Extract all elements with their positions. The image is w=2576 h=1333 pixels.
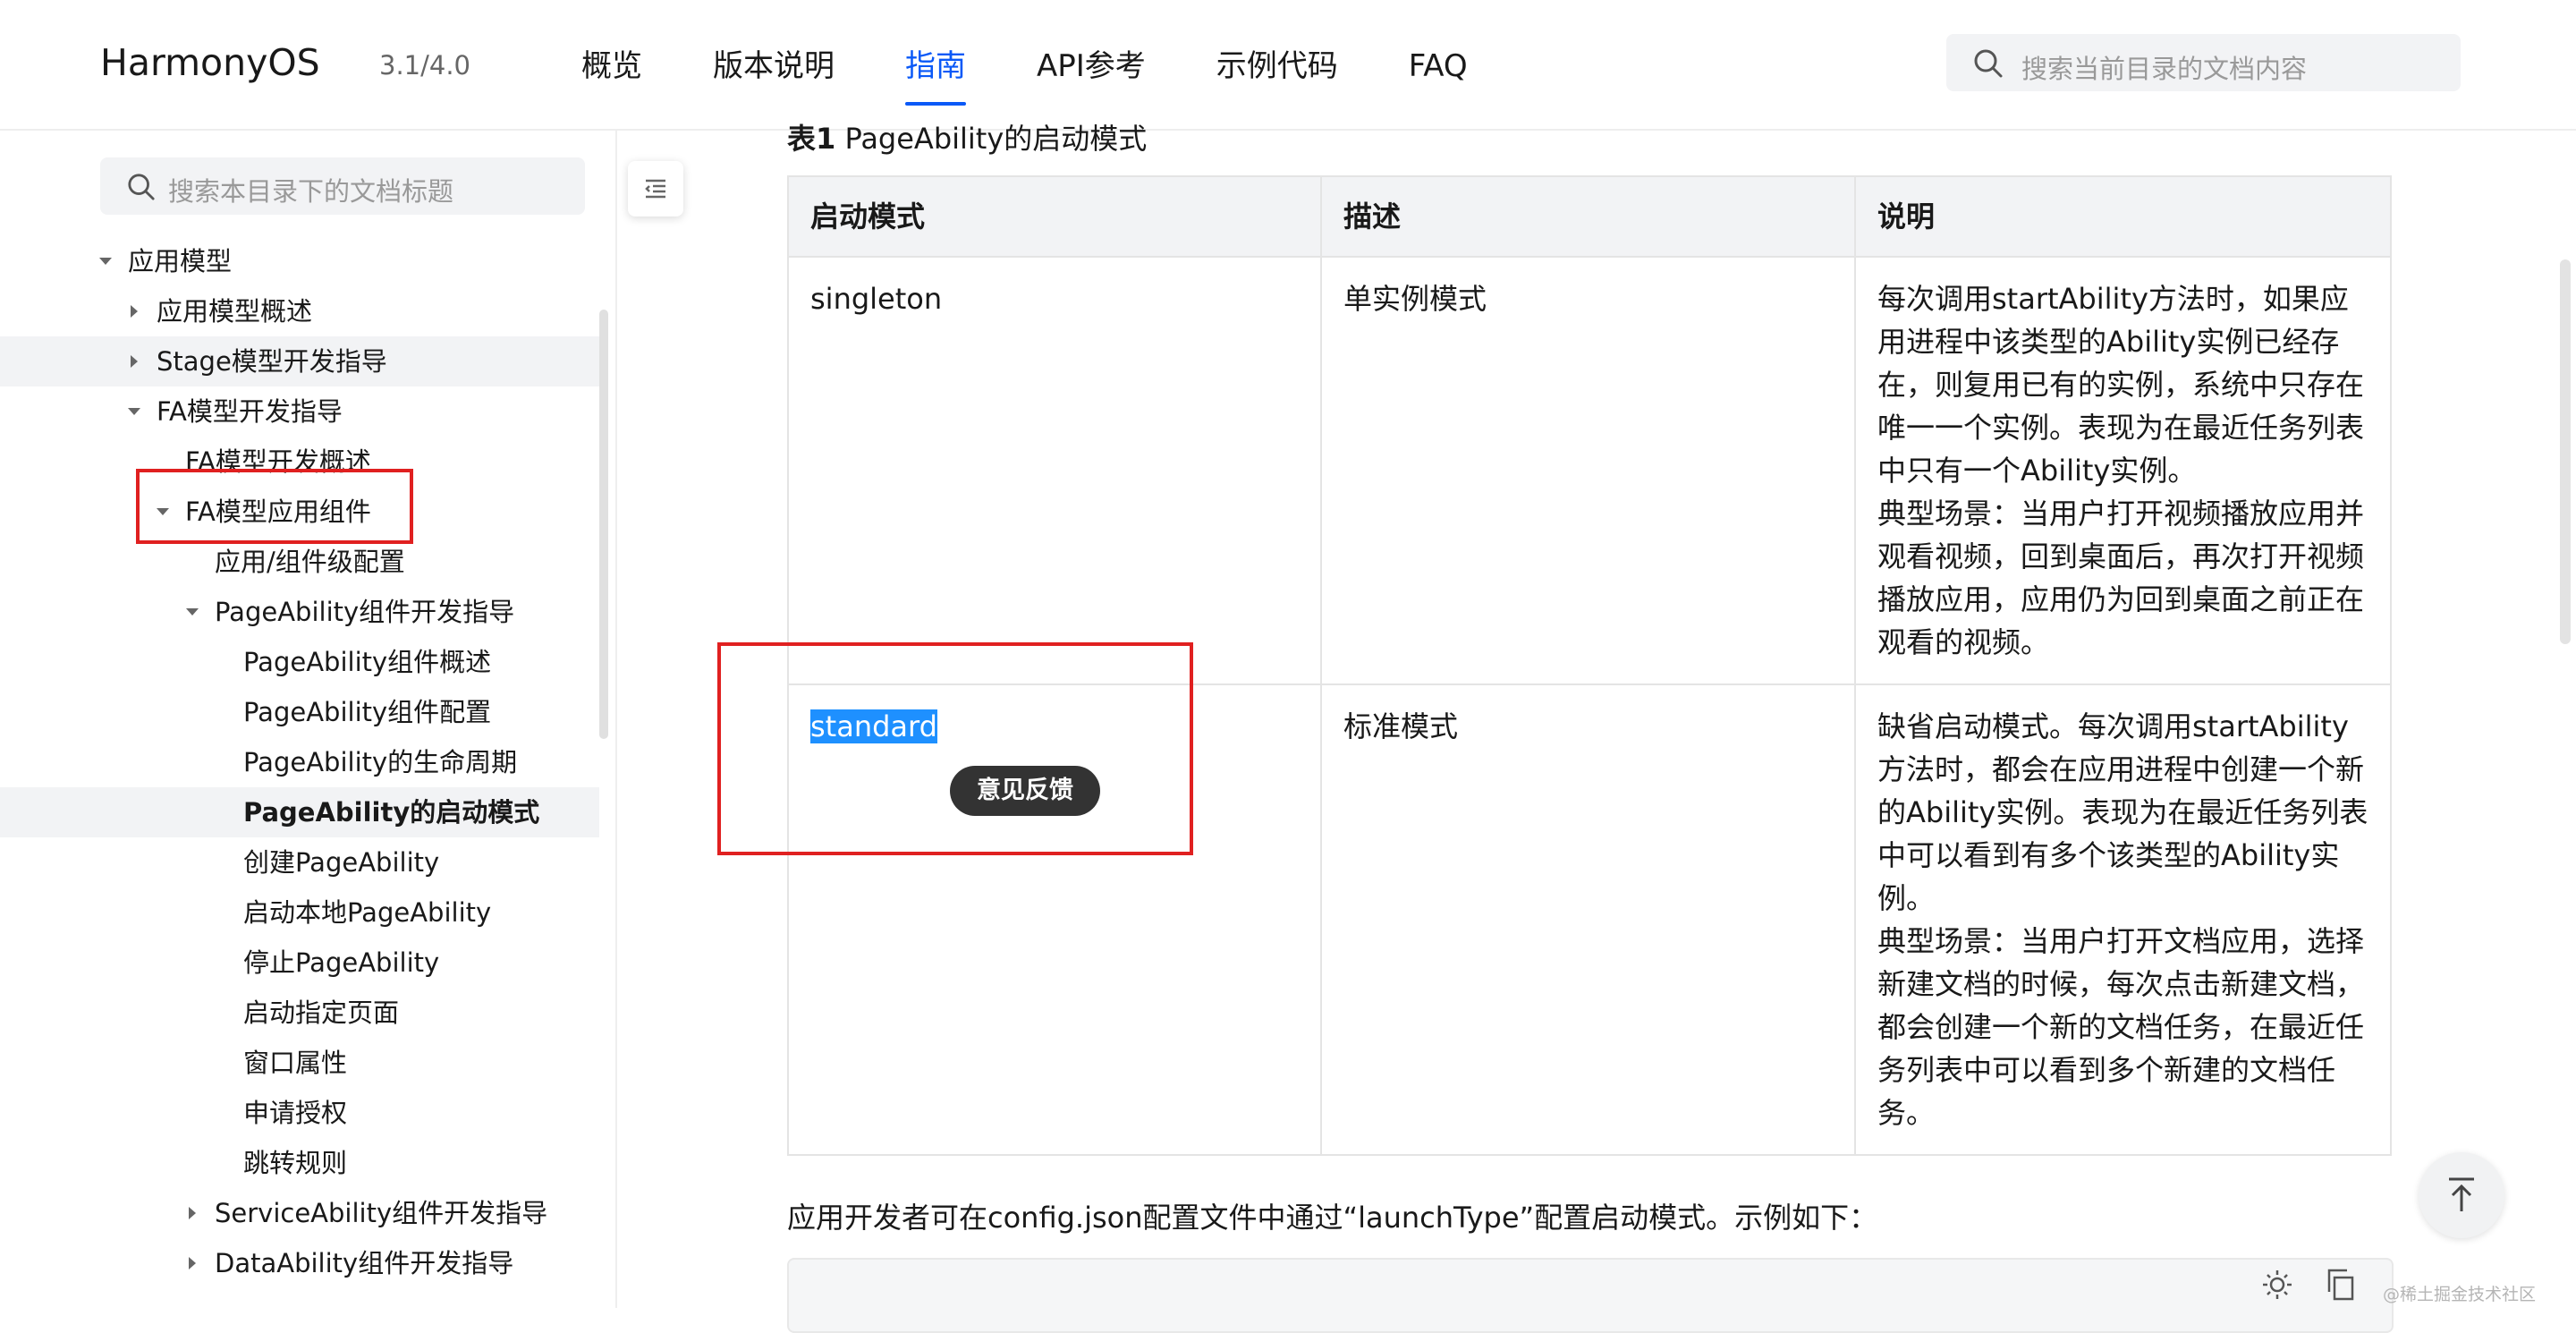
- tree-item-label: 停止PageAbility: [243, 947, 440, 978]
- nav-release-notes[interactable]: 版本说明: [713, 45, 835, 88]
- tree-item-start-local-pageability[interactable]: 启动本地PageAbility: [0, 887, 599, 938]
- doc-tree: 应用模型 应用模型概述 Stage模型开发指导 FA模型开发指导 FA模型开发概…: [0, 236, 599, 1288]
- tree-item-serviceability-guide[interactable]: ServiceAbility组件开发指导: [0, 1188, 599, 1238]
- version-selector[interactable]: 3.1/4.0: [379, 50, 470, 81]
- column-header-desc: 描述: [1320, 175, 1856, 258]
- table-caption: 表1 PageAbility的启动模式: [787, 116, 1147, 157]
- tree-item-app-model-overview[interactable]: 应用模型概述: [0, 286, 599, 336]
- chevron-down-icon[interactable]: [125, 386, 143, 437]
- chevron-right-icon[interactable]: [183, 1238, 201, 1288]
- tree-item-redirect-rules[interactable]: 跳转规则: [0, 1138, 599, 1188]
- tree-item-label: PageAbility的生命周期: [243, 747, 518, 777]
- tree-item-pageability-config[interactable]: PageAbility组件配置: [0, 687, 599, 737]
- main-scrollbar[interactable]: [2560, 259, 2571, 644]
- mode-description: 单实例模式: [1343, 282, 1487, 316]
- table-caption-number: 表1: [787, 122, 836, 156]
- tree-item-fa-model[interactable]: FA模型开发指导: [0, 386, 599, 437]
- mode-description: 标准模式: [1343, 709, 1459, 743]
- tree-item-pageability-lifecycle[interactable]: PageAbility的生命周期: [0, 737, 599, 787]
- tree-item-app-model[interactable]: 应用模型: [0, 236, 599, 286]
- tree-item-label: 申请授权: [243, 1098, 348, 1128]
- nav-sample-code[interactable]: 示例代码: [1216, 45, 1338, 88]
- copy-icon[interactable]: [2326, 1269, 2356, 1304]
- annotation-box: [717, 642, 1193, 855]
- nav-overview[interactable]: 概览: [581, 45, 642, 88]
- nav-api-reference[interactable]: API参考: [1037, 45, 1146, 88]
- tree-item-label: DataAbility组件开发指导: [215, 1248, 514, 1278]
- tree-item-label: Stage模型开发指导: [157, 346, 387, 377]
- arrow-up-icon: [2449, 1177, 2474, 1211]
- search-placeholder: 搜索当前目录的文档内容: [2021, 54, 2308, 84]
- tree-item-label: 应用模型概述: [157, 296, 313, 327]
- code-block: [787, 1258, 2394, 1333]
- tree-item-create-pageability[interactable]: 创建PageAbility: [0, 837, 599, 887]
- tree-item-start-page[interactable]: 启动指定页面: [0, 988, 599, 1038]
- tree-item-stop-pageability[interactable]: 停止PageAbility: [0, 938, 599, 988]
- sidebar-search-input[interactable]: 搜索本目录下的文档标题: [100, 157, 585, 215]
- sidebar: 搜索本目录下的文档标题 应用模型 应用模型概述 Stage模型开发指导 FA模型…: [0, 131, 617, 1308]
- tree-item-label: PageAbility组件开发指导: [215, 597, 515, 627]
- tree-item-label: 应用/组件级配置: [215, 547, 405, 577]
- collapse-sidebar-button[interactable]: [628, 161, 683, 217]
- tree-item-pageability-guide[interactable]: PageAbility组件开发指导: [0, 587, 599, 637]
- back-to-top-button[interactable]: [2419, 1152, 2504, 1238]
- mode-note: 每次调用startAbility方法时，如果应用进程中该类型的Ability实例…: [1877, 282, 2365, 488]
- tree-item-dataability-guide[interactable]: DataAbility组件开发指导: [0, 1238, 599, 1288]
- chevron-down-icon[interactable]: [97, 236, 114, 286]
- tree-item-label: 窗口属性: [243, 1048, 348, 1078]
- column-header-note: 说明: [1854, 175, 2392, 258]
- doc-search-input[interactable]: 搜索当前目录的文档内容: [1946, 34, 2461, 91]
- table-row: singleton 单实例模式 每次调用startAbility方法时，如果应用…: [787, 256, 2392, 685]
- menu-collapse-icon: [645, 179, 665, 199]
- config-paragraph: 应用开发者可在config.json配置文件中通过“launchType”配置启…: [787, 1201, 1878, 1235]
- tree-item-app-config[interactable]: 应用/组件级配置: [0, 537, 599, 587]
- tree-item-pageability-overview[interactable]: PageAbility组件概述: [0, 637, 599, 687]
- chevron-right-icon[interactable]: [125, 286, 143, 336]
- chevron-right-icon[interactable]: [183, 1188, 201, 1238]
- tree-item-label: PageAbility的启动模式: [243, 797, 540, 828]
- tree-item-label: 创建PageAbility: [243, 847, 440, 878]
- tree-item-pageability-launch-mode[interactable]: PageAbility的启动模式: [0, 787, 599, 837]
- search-icon: [1973, 48, 2004, 82]
- tree-item-stage-model[interactable]: Stage模型开发指导: [0, 336, 599, 386]
- top-nav: 概览 版本说明 指南 API参考 示例代码 FAQ: [581, 45, 1538, 106]
- mode-note: 缺省启动模式。每次调用startAbility方法时，都会在应用进程中创建一个新…: [1877, 709, 2368, 915]
- top-header: HarmonyOS 3.1/4.0 概览 版本说明 指南 API参考 示例代码 …: [0, 0, 2576, 131]
- chevron-down-icon[interactable]: [183, 587, 201, 637]
- table-cell: 缺省启动模式。每次调用startAbility方法时，都会在应用进程中创建一个新…: [1854, 683, 2392, 1156]
- sidebar-scrollbar[interactable]: [599, 310, 608, 739]
- tree-item-label: ServiceAbility组件开发指导: [215, 1198, 548, 1228]
- logo[interactable]: HarmonyOS: [100, 41, 320, 84]
- sidebar-search-placeholder: 搜索本目录下的文档标题: [168, 176, 454, 207]
- tree-item-label: PageAbility组件概述: [243, 647, 492, 677]
- table-caption-text: PageAbility的启动模式: [844, 122, 1148, 156]
- tree-item-label: 启动指定页面: [243, 998, 400, 1028]
- tree-item-label: 启动本地PageAbility: [243, 897, 492, 928]
- table-cell: 每次调用startAbility方法时，如果应用进程中该类型的Ability实例…: [1854, 256, 2392, 685]
- nav-guide[interactable]: 指南: [905, 45, 966, 106]
- annotation-box: [136, 469, 413, 544]
- tree-item-label: 应用模型: [128, 246, 233, 276]
- tree-item-label: PageAbility组件配置: [243, 697, 492, 727]
- mode-scenario: 典型场景：当用户打开文档应用，选择新建文档的时候，每次点击新建文档，都会创建一个…: [1877, 924, 2365, 1130]
- table-cell: 单实例模式: [1320, 256, 1856, 685]
- column-header-mode: 启动模式: [787, 175, 1322, 258]
- table-cell: singleton: [787, 256, 1322, 685]
- tree-item-window-attributes[interactable]: 窗口属性: [0, 1038, 599, 1088]
- search-icon: [127, 173, 156, 205]
- tree-item-request-permission[interactable]: 申请授权: [0, 1088, 599, 1138]
- mode-scenario: 典型场景：当用户打开视频播放应用并观看视频，回到桌面后，再次打开视频播放应用，应…: [1877, 497, 2365, 659]
- chevron-right-icon[interactable]: [125, 336, 143, 386]
- tree-item-label: FA模型开发指导: [157, 396, 343, 427]
- table-cell: 标准模式: [1320, 683, 1856, 1156]
- tree-item-label: 跳转规则: [243, 1148, 348, 1178]
- theme-toggle-icon[interactable]: [2261, 1269, 2293, 1304]
- mode-name: singleton: [810, 282, 943, 316]
- watermark: @稀土掘金技术社区: [2383, 1285, 2537, 1304]
- nav-faq[interactable]: FAQ: [1409, 45, 1468, 88]
- table-header-row: 启动模式 描述 说明: [787, 175, 2392, 258]
